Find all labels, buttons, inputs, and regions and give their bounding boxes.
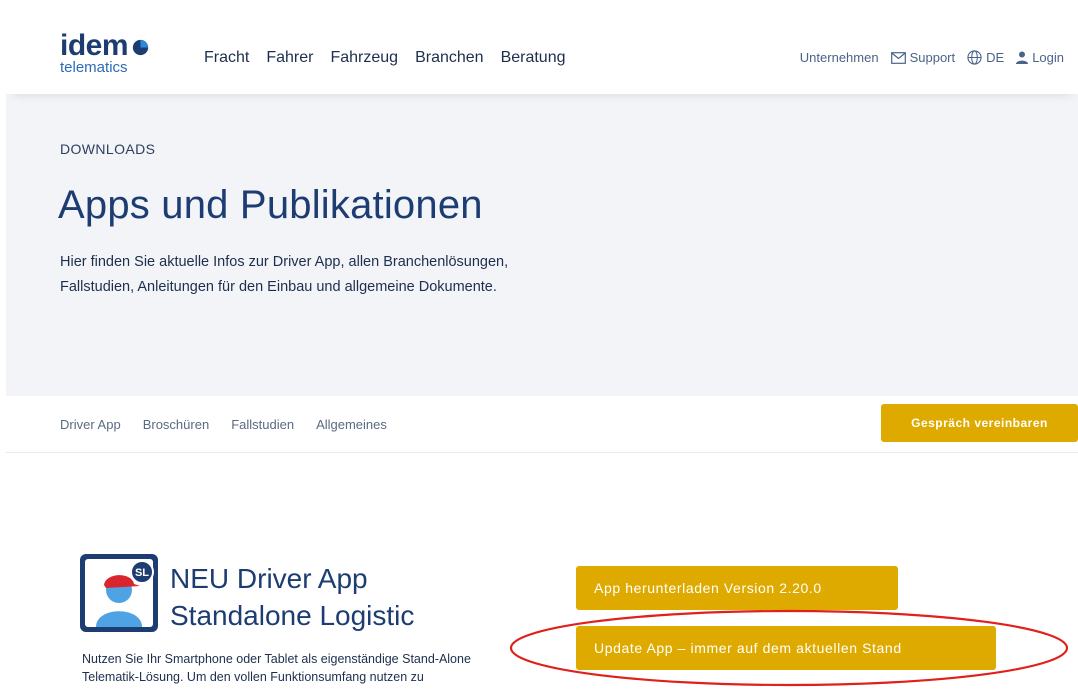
login-label: Login	[1032, 50, 1064, 65]
logo-main-text: idem	[60, 29, 129, 62]
hero-section: DOWNLOADS Apps und Publikationen Hier fi…	[6, 94, 1078, 396]
page-title: Apps und Publikationen	[58, 183, 483, 227]
section-tabs: Driver App Broschüren Fallstudien Allgem…	[60, 417, 409, 432]
driver-app-icon: SL	[80, 554, 158, 632]
schedule-meeting-button[interactable]: Gespräch vereinbaren	[881, 404, 1078, 442]
support-label: Support	[909, 50, 956, 65]
section-eyebrow: DOWNLOADS	[60, 141, 156, 157]
mail-icon	[890, 51, 906, 64]
section-nav: Driver App Broschüren Fallstudien Allgem…	[6, 396, 1078, 453]
nav-item-fracht[interactable]: Fracht	[204, 49, 249, 67]
company-label: Unternehmen	[799, 50, 879, 65]
globe-icon	[967, 50, 982, 65]
logo-subtitle: telematics	[60, 59, 128, 76]
utility-nav: Unternehmen Support DE Login	[788, 50, 1064, 65]
login-link[interactable]: Login	[1016, 50, 1064, 65]
app-description: Nutzen Sie Ihr Smartphone oder Tablet al…	[82, 652, 471, 684]
logo-mark-icon	[132, 39, 149, 55]
nav-item-fahrzeug[interactable]: Fahrzeug	[330, 49, 398, 67]
app-title: NEU Driver App Standalone Logistic	[170, 560, 414, 634]
page-description: Hier finden Sie aktuelle Infos zur Drive…	[60, 254, 509, 295]
main-nav: Fracht Fahrer Fahrzeug Branchen Beratung	[204, 49, 583, 67]
logo[interactable]: idem telematics	[60, 29, 149, 76]
tab-fallstudien[interactable]: Fallstudien	[231, 417, 294, 432]
tab-allgemeines[interactable]: Allgemeines	[316, 417, 387, 432]
nav-item-branchen[interactable]: Branchen	[415, 49, 484, 67]
tab-broschueren[interactable]: Broschüren	[143, 417, 209, 432]
app-title-line-1: NEU Driver App	[170, 563, 368, 594]
download-app-button[interactable]: App herunterladen Version 2.20.0	[576, 566, 898, 610]
tab-driver-app[interactable]: Driver App	[60, 417, 121, 432]
nav-item-fahrer[interactable]: Fahrer	[266, 49, 313, 67]
update-app-button[interactable]: Update App – immer auf dem aktuellen Sta…	[576, 626, 996, 670]
user-icon	[1016, 51, 1029, 64]
language-selector[interactable]: DE	[967, 50, 1004, 65]
logo-wordmark: idem	[60, 29, 149, 62]
language-label: DE	[986, 50, 1005, 65]
support-link[interactable]: Support	[890, 50, 956, 65]
company-link[interactable]: Unternehmen	[800, 50, 879, 65]
page: idem telematics Fracht Fahrer Fahrzeug B…	[6, 10, 1078, 689]
nav-item-beratung[interactable]: Beratung	[501, 49, 566, 67]
app-icon-badge: SL	[135, 567, 149, 579]
site-header: idem telematics Fracht Fahrer Fahrzeug B…	[6, 10, 1078, 94]
app-title-line-2: Standalone Logistic	[170, 600, 415, 631]
